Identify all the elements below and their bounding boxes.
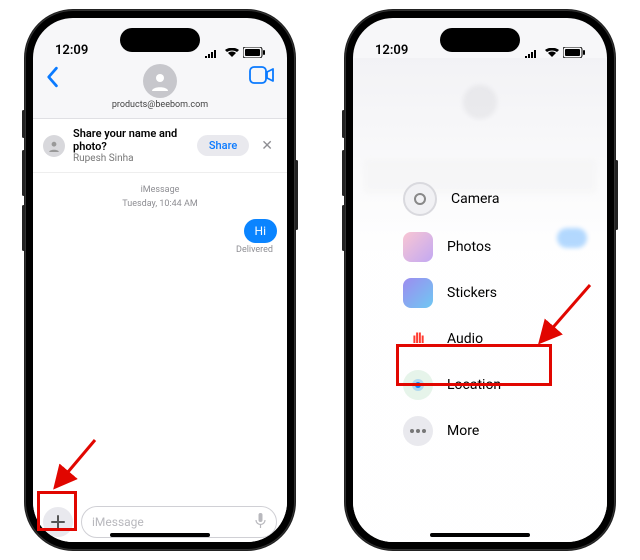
share-title: Share your name and photo? xyxy=(73,127,189,153)
back-button[interactable] xyxy=(45,66,59,92)
share-dismiss[interactable]: ✕ xyxy=(257,138,277,154)
dynamic-island xyxy=(120,28,200,52)
annotation-box-stickers xyxy=(396,344,552,386)
share-subtitle: Rupesh Sinha xyxy=(73,153,189,164)
input-placeholder: iMessage xyxy=(92,515,144,529)
status-time: 12:09 xyxy=(375,43,408,58)
thread-meta-time: Tuesday, 10:44 AM xyxy=(43,199,277,209)
annotation-arrow-stickers xyxy=(530,280,600,350)
facetime-button[interactable] xyxy=(249,66,275,88)
photos-icon xyxy=(403,232,433,262)
contact-avatar[interactable] xyxy=(143,64,177,98)
thread-meta-service: iMessage xyxy=(43,185,277,195)
share-prompt-bar: Share your name and photo? Rupesh Sinha … xyxy=(33,119,287,173)
sent-message-bubble[interactable]: Hi xyxy=(244,219,277,243)
menu-item-more[interactable]: More xyxy=(395,410,565,452)
status-time: 12:09 xyxy=(55,43,88,58)
annotation-arrow-plus xyxy=(45,435,105,495)
share-avatar xyxy=(43,135,65,157)
dictate-icon[interactable] xyxy=(255,513,266,531)
stickers-icon xyxy=(403,278,433,308)
menu-label: More xyxy=(447,423,479,439)
status-icons xyxy=(205,47,265,58)
annotation-box-plus xyxy=(37,491,77,531)
menu-label: Camera xyxy=(451,191,500,207)
home-indicator[interactable] xyxy=(110,533,210,537)
menu-item-camera[interactable]: Camera xyxy=(395,176,565,222)
contact-name[interactable]: products@beebom.com xyxy=(112,100,208,110)
home-indicator[interactable] xyxy=(430,533,530,537)
nav-bar: products@beebom.com xyxy=(33,60,287,119)
menu-item-photos[interactable]: Photos xyxy=(395,226,565,268)
menu-label: Photos xyxy=(447,239,491,255)
delivery-status: Delivered xyxy=(43,245,277,255)
dynamic-island xyxy=(440,28,520,52)
more-icon xyxy=(403,416,433,446)
status-icons xyxy=(525,47,585,58)
menu-label: Stickers xyxy=(447,285,497,301)
share-button[interactable]: Share xyxy=(197,135,249,156)
camera-icon xyxy=(403,182,437,216)
